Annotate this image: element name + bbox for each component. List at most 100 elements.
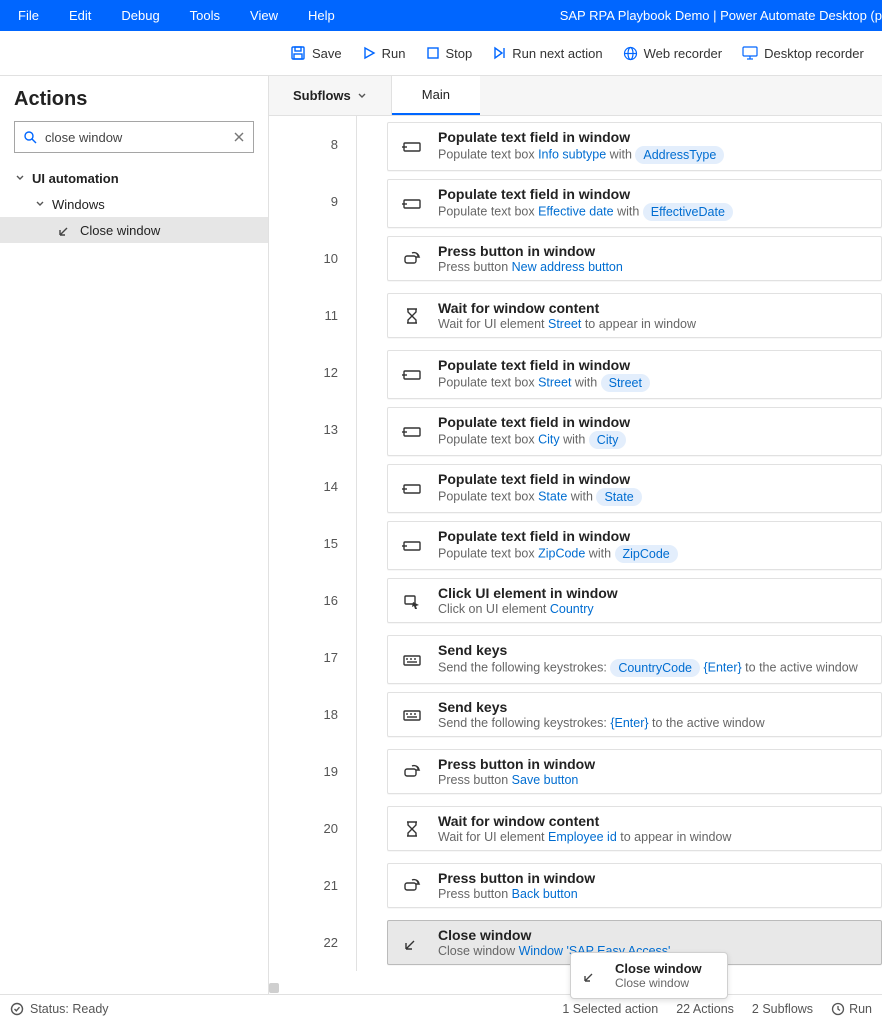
tree-close-window[interactable]: Close window <box>0 217 268 243</box>
scroll-handle[interactable] <box>269 983 279 993</box>
step-row[interactable]: 19 Press button in windowPress button Sav… <box>269 743 882 800</box>
variable-pill[interactable]: State <box>596 488 641 506</box>
subflows-button[interactable]: Subflows <box>269 76 392 115</box>
ui-element-link[interactable]: Street <box>548 317 581 331</box>
ui-element-link[interactable]: Effective date <box>538 204 614 218</box>
desktop-recorder-button[interactable]: Desktop recorder <box>732 42 874 65</box>
menu-debug[interactable]: Debug <box>121 8 159 23</box>
menu-tools[interactable]: Tools <box>190 8 220 23</box>
variable-pill[interactable]: AddressType <box>635 146 724 164</box>
step-number: 9 <box>269 173 357 230</box>
step-description: Populate text box State with State <box>438 488 869 506</box>
step-card[interactable]: Send keysSend the following keystrokes: … <box>387 692 882 737</box>
step-title: Press button in window <box>438 870 869 886</box>
actions-search-input[interactable] <box>45 130 225 145</box>
step-card[interactable]: Send keysSend the following keystrokes: … <box>387 635 882 684</box>
run-button[interactable]: Run <box>352 42 416 65</box>
variable-pill[interactable]: CountryCode <box>610 659 700 677</box>
step-description: Populate text box ZipCode with ZipCode <box>438 545 869 563</box>
step-row[interactable]: 8Populate text field in windowPopulate t… <box>269 116 882 173</box>
step-row[interactable]: 18Send keysSend the following keystrokes… <box>269 686 882 743</box>
menu-file[interactable]: File <box>18 8 39 23</box>
run-next-label: Run next action <box>512 46 602 61</box>
menu-help[interactable]: Help <box>308 8 335 23</box>
step-card[interactable]: Wait for window contentWait for UI eleme… <box>387 806 882 851</box>
keys-icon <box>400 703 424 727</box>
wait-icon <box>400 817 424 841</box>
save-button[interactable]: Save <box>280 41 352 65</box>
ui-element-link[interactable]: Save button <box>512 773 579 787</box>
ui-element-link[interactable]: Street <box>538 375 571 389</box>
step-number: 14 <box>269 458 357 515</box>
step-card[interactable]: Populate text field in windowPopulate te… <box>387 407 882 456</box>
tree-windows-label: Windows <box>52 197 105 212</box>
step-number: 19 <box>269 743 357 800</box>
textbox-icon <box>400 477 424 501</box>
step-row[interactable]: 11Wait for window contentWait for UI ele… <box>269 287 882 344</box>
ui-element-link[interactable]: State <box>538 489 567 503</box>
step-card[interactable]: Click UI element in windowClick on UI el… <box>387 578 882 623</box>
step-row[interactable]: 15Populate text field in windowPopulate … <box>269 515 882 572</box>
step-title: Press button in window <box>438 756 869 772</box>
tab-main-label: Main <box>422 87 450 102</box>
ui-element-link[interactable]: Back button <box>512 887 578 901</box>
ui-element-link[interactable]: Info subtype <box>538 147 606 161</box>
step-row[interactable]: 10Press button in windowPress button New… <box>269 230 882 287</box>
ui-element-link[interactable]: ZipCode <box>538 546 585 560</box>
tab-main[interactable]: Main <box>392 76 480 115</box>
stop-button[interactable]: Stop <box>416 42 483 65</box>
step-row[interactable]: 13 Populate text field in windowPopulate … <box>269 401 882 458</box>
save-label: Save <box>312 46 342 61</box>
menu-edit[interactable]: Edit <box>69 8 91 23</box>
step-card[interactable]: Wait for window contentWait for UI eleme… <box>387 293 882 338</box>
step-card[interactable]: Populate text field in windowPopulate te… <box>387 179 882 228</box>
variable-pill[interactable]: Street <box>601 374 650 392</box>
tree-ui-automation[interactable]: UI automation <box>0 165 268 191</box>
step-number: 16 <box>269 572 357 629</box>
step-card[interactable]: Populate text field in windowPopulate te… <box>387 122 882 171</box>
stop-label: Stop <box>446 46 473 61</box>
subflows-label: Subflows <box>293 88 351 103</box>
status-ready: Status: Ready <box>10 1002 109 1016</box>
ui-element-link[interactable]: Employee id <box>548 830 617 844</box>
step-title: Populate text field in window <box>438 528 869 544</box>
step-row[interactable]: 16 Click UI element in windowClick on UI … <box>269 572 882 629</box>
step-card[interactable]: Press button in windowPress button Back … <box>387 863 882 908</box>
step-row[interactable]: 12Populate text field in windowPopulate … <box>269 344 882 401</box>
chevron-down-icon <box>34 198 46 210</box>
status-run[interactable]: Run <box>831 1002 872 1016</box>
step-row[interactable]: 21Press button in windowPress button Bac… <box>269 857 882 914</box>
run-next-button[interactable]: Run next action <box>482 42 612 65</box>
tree-windows[interactable]: Windows <box>0 191 268 217</box>
actions-search[interactable] <box>14 121 254 153</box>
steps-area: 8Populate text field in windowPopulate t… <box>269 116 882 994</box>
step-description: Populate text box Effective date with Ef… <box>438 203 869 221</box>
step-row[interactable]: 9 Populate text field in windowPopulate t… <box>269 173 882 230</box>
step-row[interactable]: 14 Populate text field in windowPopulate … <box>269 458 882 515</box>
step-card[interactable]: Press button in windowPress button New a… <box>387 236 882 281</box>
tree-ui-automation-label: UI automation <box>32 171 119 186</box>
step-number: 13 <box>269 401 357 458</box>
web-recorder-button[interactable]: Web recorder <box>613 42 733 65</box>
step-card[interactable]: Press button in windowPress button Save … <box>387 749 882 794</box>
textbox-icon <box>400 420 424 444</box>
menu-view[interactable]: View <box>250 8 278 23</box>
actions-tree: UI automation Windows Close window <box>0 165 268 243</box>
ui-element-link[interactable]: New address button <box>512 260 623 274</box>
step-description: Press button Save button <box>438 773 869 787</box>
step-row[interactable]: 20Wait for window contentWait for UI ele… <box>269 800 882 857</box>
step-description: Press button New address button <box>438 260 869 274</box>
step-card[interactable]: Populate text field in windowPopulate te… <box>387 521 882 570</box>
check-circle-icon <box>10 1002 24 1016</box>
step-row[interactable]: 17Send keysSend the following keystrokes… <box>269 629 882 686</box>
ui-element-link[interactable]: City <box>538 432 560 446</box>
toolbar: Save Run Stop Run next action Web record… <box>0 31 882 76</box>
variable-pill[interactable]: ZipCode <box>615 545 678 563</box>
variable-pill[interactable]: EffectiveDate <box>643 203 733 221</box>
step-title: Populate text field in window <box>438 414 869 430</box>
step-card[interactable]: Populate text field in windowPopulate te… <box>387 350 882 399</box>
step-card[interactable]: Populate text field in windowPopulate te… <box>387 464 882 513</box>
variable-pill[interactable]: City <box>589 431 627 449</box>
ui-element-link[interactable]: Country <box>550 602 594 616</box>
clear-search-icon[interactable] <box>233 131 245 143</box>
